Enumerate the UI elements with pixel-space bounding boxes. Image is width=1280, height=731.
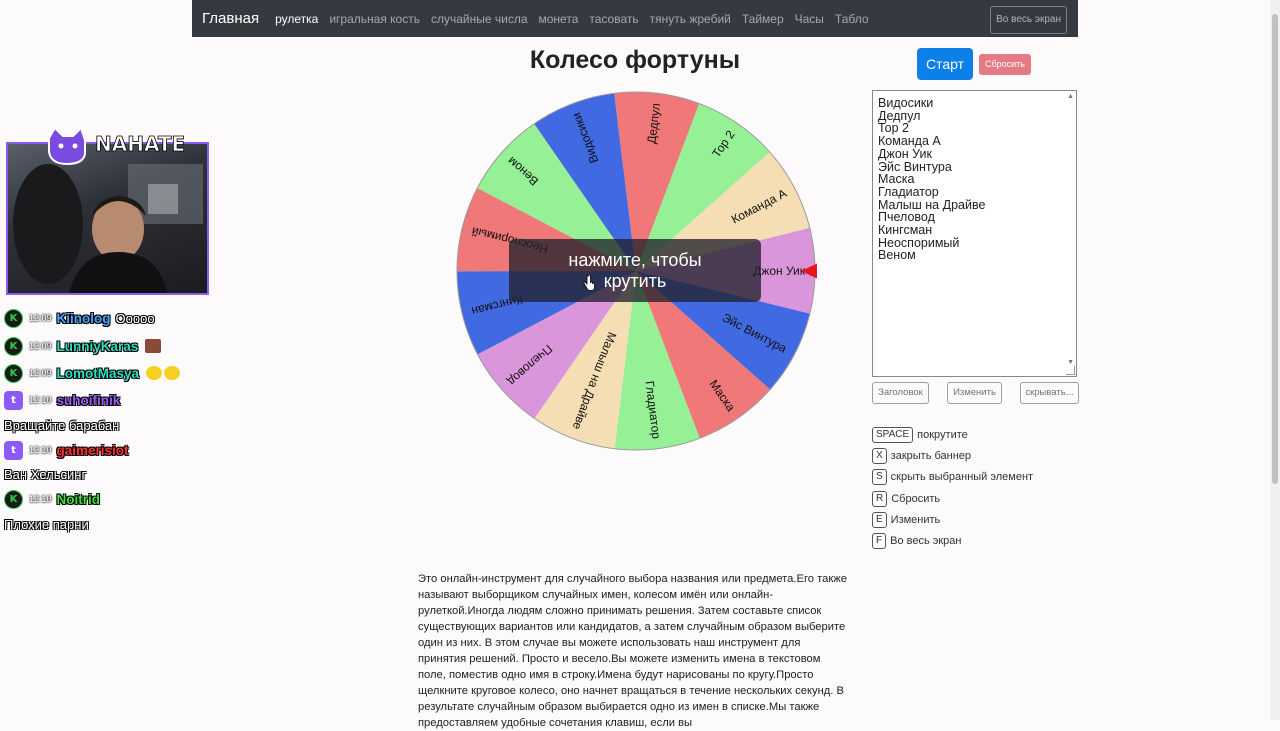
emote-icon <box>145 339 162 353</box>
shortcut-key: F <box>872 533 887 549</box>
description-text: Это онлайн-инструмент для случайного выб… <box>418 573 847 729</box>
chat-message: Вращайте барабан <box>4 415 119 435</box>
shortcut-r: R Сбросить <box>872 491 940 507</box>
resize-grip-icon[interactable] <box>1066 366 1075 375</box>
chat-text: Ван Хельсинг <box>4 466 87 482</box>
chat-message: t 12:10 suhoifinik <box>4 390 125 410</box>
chat-message: K 12:10 Noitrid <box>4 489 105 509</box>
streamer-logo-icon: NAHATE <box>48 126 186 166</box>
emote-icon <box>146 366 163 380</box>
hand-cursor-icon <box>583 275 595 291</box>
scroll-up-icon[interactable]: ▲ <box>1067 93 1074 100</box>
shortcut-space: SPACE покрутите <box>872 427 968 443</box>
twitch-badge-icon: t <box>4 390 23 410</box>
nav-item-timer[interactable]: Таймер <box>742 12 784 26</box>
kick-badge-icon: K <box>4 363 23 383</box>
chat-nick: Noitrid <box>56 491 101 507</box>
chat-time: 12:10 <box>29 445 52 455</box>
chat-message: K 12:09 Kiinolog Ооооо <box>4 308 155 328</box>
shortcut-label: Во весь экран <box>890 535 962 547</box>
chat-nick: Kiinolog <box>56 310 111 326</box>
spin-overlay[interactable]: нажмите, чтобы крутить <box>509 239 761 302</box>
chat-time: 12:10 <box>29 494 52 504</box>
shortcut-label: Изменить <box>890 514 941 526</box>
shortcut-label: скрыть выбранный элемент <box>890 471 1034 483</box>
page-title: Колесо фортуны <box>529 46 741 74</box>
chat-message: K 12:09 LomotMasya <box>4 363 181 383</box>
nav-item-random-numbers[interactable]: случайные числа <box>431 12 528 26</box>
chat-time: 12:10 <box>29 395 52 405</box>
chat-nick: gaimerisiot <box>56 442 129 458</box>
nav-item-scoreboard[interactable]: Табло <box>835 12 869 26</box>
shortcut-e: E Изменить <box>872 512 940 528</box>
start-button[interactable]: Старт <box>917 48 973 80</box>
names-text: Видосики Дедпул Тор 2 Команда А Джон Уик… <box>878 96 986 263</box>
chat-message: t 12:10 gaimerisiot <box>4 440 134 460</box>
shortcut-key: R <box>872 491 888 507</box>
shortcut-label: покрутите <box>917 429 968 441</box>
shortcut-key: SPACE <box>872 427 914 443</box>
top-navbar: Главная рулетка игральная кость случайны… <box>192 0 1078 37</box>
wheel-segment-label: Джон Уик <box>753 264 806 278</box>
kick-badge-icon: K <box>4 308 23 328</box>
shortcut-label: Сбросить <box>891 493 941 505</box>
nav-item-shuffle[interactable]: тасовать <box>589 12 638 26</box>
page-scrollbar[interactable] <box>1270 0 1280 720</box>
fullscreen-button[interactable]: Во весь экран <box>990 6 1067 34</box>
shortcut-key: X <box>872 448 887 464</box>
chat-message: Плохие парни <box>4 514 89 534</box>
edit-button[interactable]: Изменить <box>947 382 1002 404</box>
nav-item-clock[interactable]: Часы <box>795 12 824 26</box>
chat-time: 12:09 <box>29 368 52 378</box>
kick-badge-icon: K <box>4 489 23 509</box>
emote-icon <box>164 366 181 380</box>
chat-time: 12:09 <box>29 313 52 323</box>
chat-message: K 12:09 LunniyKaras <box>4 336 162 356</box>
reset-button[interactable]: Сбросить <box>979 54 1031 75</box>
twitch-badge-icon: t <box>4 440 23 460</box>
nav-item-draw-lots[interactable]: тянуть жребий <box>650 12 731 26</box>
chat-text: Плохие парни <box>4 516 89 532</box>
streamer-video-icon <box>13 164 203 293</box>
nav-brand-home[interactable]: Главная <box>202 10 259 27</box>
shortcut-x: X закрыть баннер <box>872 448 971 464</box>
shortcut-s: S скрыть выбранный элемент <box>872 469 1033 485</box>
shortcut-label: закрыть баннер <box>890 450 972 462</box>
shortcut-key: E <box>872 512 887 528</box>
nav-item-coin[interactable]: монета <box>539 12 579 26</box>
scroll-down-icon[interactable]: ▼ <box>1067 359 1074 366</box>
hide-button[interactable]: скрывать... <box>1020 382 1079 404</box>
nav-item-dice[interactable]: игральная кость <box>329 12 420 26</box>
chat-text: Вращайте барабан <box>4 417 120 433</box>
scrollbar-thumb[interactable] <box>1272 14 1278 484</box>
chat-nick: LomotMasya <box>56 365 140 381</box>
streamer-name: NAHATE <box>95 132 185 156</box>
header-button[interactable]: Заголовок <box>872 382 929 404</box>
chat-time: 12:09 <box>29 341 52 351</box>
spin-overlay-text: нажмите, чтобы крутить <box>568 249 702 291</box>
shortcut-f: F Во весь экран <box>872 533 961 549</box>
kick-badge-icon: K <box>4 336 23 356</box>
chat-message: Ван Хельсинг <box>4 464 86 484</box>
shortcut-key: S <box>872 469 887 485</box>
chat-text: Ооооо <box>115 310 155 326</box>
chat-nick: LunniyKaras <box>56 338 139 354</box>
nav-item-roulette[interactable]: рулетка <box>275 12 318 26</box>
chat-nick: suhoifinik <box>56 392 121 408</box>
names-textarea[interactable]: Видосики Дедпул Тор 2 Команда А Джон Уик… <box>872 90 1077 377</box>
